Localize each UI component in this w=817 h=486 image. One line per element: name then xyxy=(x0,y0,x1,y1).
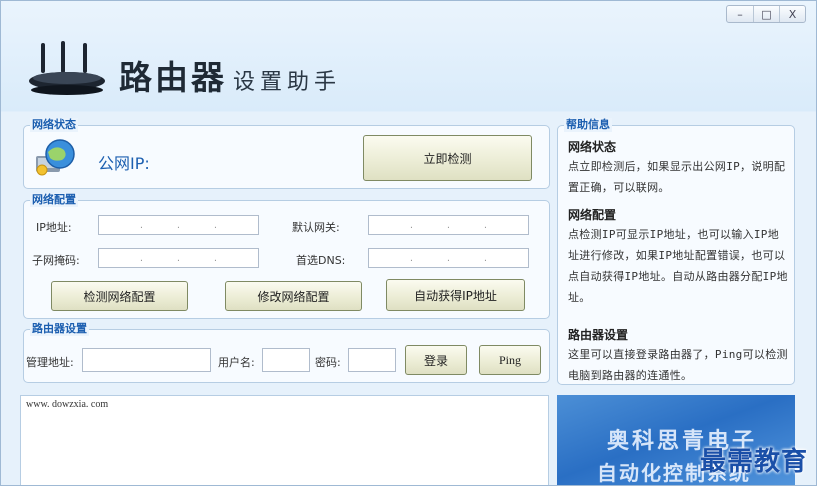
auto-obtain-ip-button[interactable]: 自动获得IP地址 xyxy=(386,279,525,311)
ip-dot: . xyxy=(446,219,451,231)
router-settings-title: 路由器设置 xyxy=(30,322,89,336)
gateway-input[interactable]: ... xyxy=(368,215,529,235)
ip-dot: . xyxy=(139,252,144,264)
ip-dot: . xyxy=(139,219,144,231)
admin-address-input[interactable] xyxy=(82,348,211,372)
ip-dot: . xyxy=(176,219,181,231)
subnet-mask-input[interactable]: ... xyxy=(98,248,259,268)
ip-dot: . xyxy=(483,252,488,264)
ip-address-label: IP地址: xyxy=(36,221,72,234)
ping-button[interactable]: Ping xyxy=(479,345,541,375)
router-icon xyxy=(29,41,105,95)
network-status-title: 网络状态 xyxy=(30,118,78,132)
modify-network-config-button[interactable]: 修改网络配置 xyxy=(225,281,362,311)
app-window: – □ X 路由器 设置助手 网络状态 公网IP: 立即检测 网络配置 IP地址… xyxy=(0,0,817,486)
maximize-button[interactable]: □ xyxy=(753,6,779,22)
app-title-sub: 设置助手 xyxy=(233,70,342,95)
ip-address-input[interactable]: ... xyxy=(98,215,259,235)
help-panel-title: 帮助信息 xyxy=(564,118,612,132)
ip-dot: . xyxy=(213,252,218,264)
subnet-mask-label: 子网掩码: xyxy=(32,254,80,267)
app-title-main: 路由器 xyxy=(119,58,227,97)
check-network-config-button[interactable]: 检测网络配置 xyxy=(51,281,188,311)
username-label: 用户名: xyxy=(218,356,255,369)
watermark-text: 最需教育 xyxy=(699,447,808,477)
ip-dot: . xyxy=(176,252,181,264)
username-input[interactable] xyxy=(262,348,310,372)
log-output[interactable]: www. dowzxia. com xyxy=(20,395,549,485)
help-section-text: 点立即检测后，如果显示出公网IP，说明配置正确，可以联网。 xyxy=(568,160,786,194)
help-section-heading: 路由器设置 xyxy=(568,328,629,342)
ip-dot: . xyxy=(409,219,414,231)
help-section-text: 点检测IP可显示IP地址，也可以输入IP地址进行修改，如果IP地址配置错误，也可… xyxy=(568,228,788,304)
router-settings-group: 路由器设置 管理地址: 用户名: 密码: 登录 Ping xyxy=(23,322,550,383)
public-ip-label: 公网IP: xyxy=(98,154,150,173)
help-panel: 帮助信息 网络状态 点立即检测后，如果显示出公网IP，说明配置正确，可以联网。 … xyxy=(557,118,795,385)
gateway-label: 默认网关: xyxy=(292,221,340,234)
login-button[interactable]: 登录 xyxy=(405,345,467,375)
help-section-heading: 网络配置 xyxy=(568,208,617,222)
log-text: www. dowzxia. com xyxy=(26,399,109,410)
close-button[interactable]: X xyxy=(779,6,805,22)
minimize-button[interactable]: – xyxy=(727,6,753,22)
help-section-heading: 网络状态 xyxy=(568,140,617,154)
app-title: 路由器 设置助手 xyxy=(119,51,341,97)
dns-input[interactable]: ... xyxy=(368,248,529,268)
detect-button[interactable]: 立即检测 xyxy=(363,135,532,181)
globe-network-icon xyxy=(36,139,75,176)
ip-dot: . xyxy=(213,219,218,231)
network-config-title: 网络配置 xyxy=(30,193,78,207)
help-section-text: 这里可以直接登录路由器了，Ping可以检测电脑到路由器的连通性。 xyxy=(568,348,788,382)
ip-dot: . xyxy=(446,252,451,264)
ip-dot: . xyxy=(483,219,488,231)
dns-label: 首选DNS: xyxy=(296,254,346,267)
network-config-group: 网络配置 IP地址: ... 默认网关: ... 子网掩码: ... 首选DNS… xyxy=(23,193,550,319)
password-label: 密码: xyxy=(315,356,341,369)
ip-dot: . xyxy=(409,252,414,264)
network-status-group: 网络状态 公网IP: 立即检测 xyxy=(23,118,550,189)
password-input[interactable] xyxy=(348,348,396,372)
window-controls: – □ X xyxy=(726,5,806,23)
admin-address-label: 管理地址: xyxy=(26,356,74,369)
